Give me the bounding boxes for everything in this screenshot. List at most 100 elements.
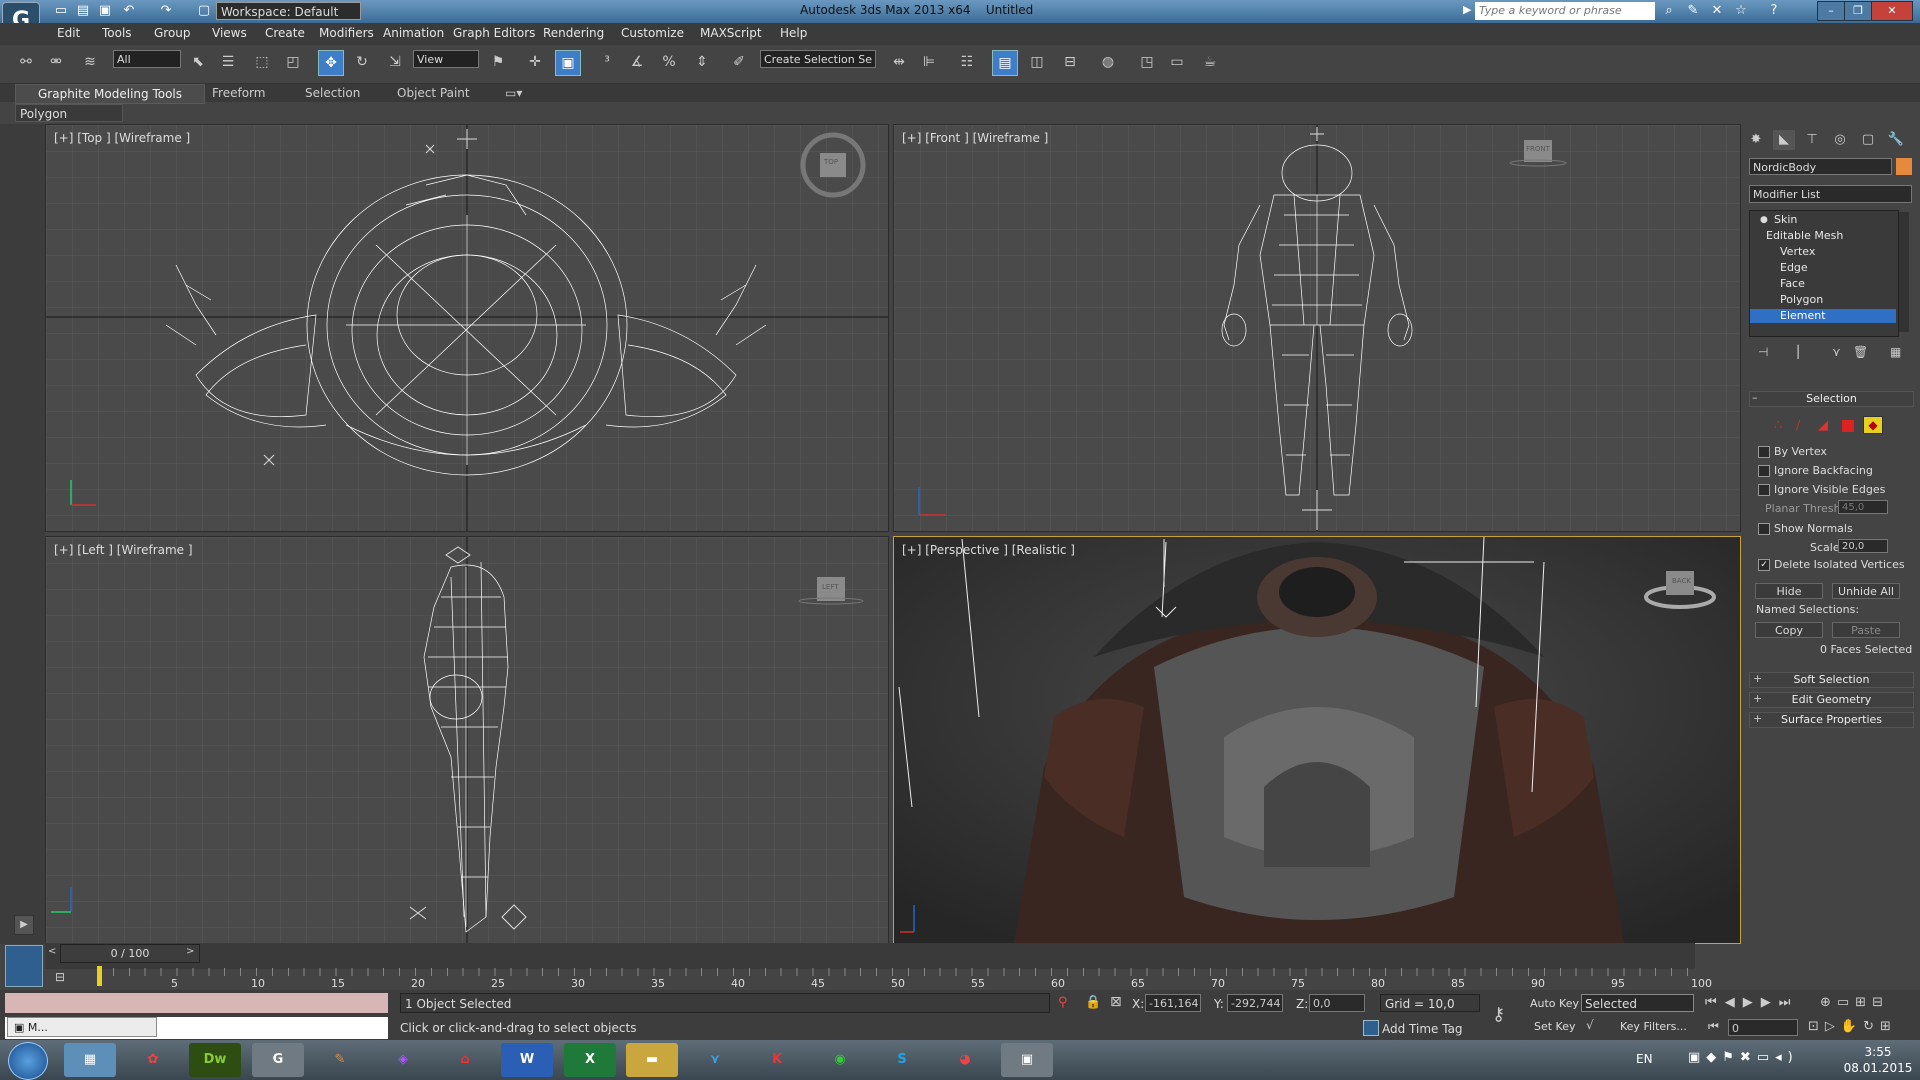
new-file-icon[interactable]: ▭ xyxy=(52,3,70,19)
dreamweaver-app-icon[interactable]: Dw xyxy=(189,1043,241,1077)
spinner-snap-icon[interactable]: ⇕ xyxy=(690,50,714,74)
undo-icon[interactable]: ↶ xyxy=(120,3,138,19)
modifier-list-dropdown[interactable]: Modifier List xyxy=(1749,185,1912,203)
viewport-perspective[interactable]: [+] [Perspective ] [Realistic ] BACK xyxy=(893,536,1741,944)
keyboard-shortcut-override-icon[interactable]: ▣ xyxy=(555,50,581,76)
selection-lock-icon[interactable]: 🔒 xyxy=(1085,995,1101,1010)
viewport-top-label[interactable]: [+] [Top ] [Wireframe ] xyxy=(54,131,190,145)
current-frame-field[interactable]: 0 xyxy=(1728,1019,1798,1036)
key-filters-button[interactable]: Key Filters... xyxy=(1620,1020,1687,1033)
stack-item-face[interactable]: Face xyxy=(1780,277,1805,290)
hide-button[interactable]: Hide xyxy=(1755,583,1823,599)
delete-isolated-checkbox[interactable]: ✓ xyxy=(1758,559,1770,571)
skype-app-icon[interactable]: S xyxy=(876,1043,928,1077)
copy-button[interactable]: Copy xyxy=(1755,622,1823,638)
pivot-center-icon[interactable]: ⚑ xyxy=(486,50,510,74)
word-app-icon[interactable]: W xyxy=(501,1043,553,1077)
y-coordinate-field[interactable]: -292,744 xyxy=(1227,994,1283,1012)
remove-modifier-icon[interactable]: 🗑 xyxy=(1853,345,1868,359)
paint-app-icon[interactable]: ✎ xyxy=(314,1043,366,1077)
viewport-nav-controls-2[interactable]: ⊡▷✋↻⊞ xyxy=(1808,1019,1897,1034)
auto-key-button[interactable]: Auto Key xyxy=(1530,997,1579,1010)
perspective-viewcube-label[interactable]: BACK xyxy=(1672,577,1691,585)
prev-frame-arrow-icon[interactable]: < xyxy=(48,946,56,957)
save-file-icon[interactable]: ▣ xyxy=(96,3,114,19)
bind-space-warp-icon[interactable]: ≋ xyxy=(78,50,102,74)
percent-snap-icon[interactable]: % xyxy=(657,50,681,74)
calculator-app-icon[interactable]: ▦ xyxy=(64,1043,116,1077)
viewport-front-label[interactable]: [+] [Front ] [Wireframe ] xyxy=(902,131,1048,145)
favorites-star-icon[interactable]: ☆ xyxy=(1732,3,1750,19)
maxscript-listener-pink[interactable] xyxy=(5,993,388,1013)
left-viewcube-label[interactable]: LEFT xyxy=(822,583,839,591)
create-tab-icon[interactable]: ✸ xyxy=(1745,130,1767,150)
menu-customize[interactable]: Customize xyxy=(621,26,684,40)
language-indicator[interactable]: EN xyxy=(1636,1052,1653,1066)
menu-views[interactable]: Views xyxy=(212,26,247,40)
chrome-app-icon[interactable]: ◕ xyxy=(939,1043,991,1077)
menu-help[interactable]: Help xyxy=(780,26,807,40)
key-filters-icon[interactable]: √ xyxy=(1586,1018,1594,1032)
element-mode-icon[interactable]: ◆ xyxy=(1863,416,1883,434)
ribbon-options-icon[interactable]: ▭▾ xyxy=(505,86,522,100)
hierarchy-tab-icon[interactable]: ⊤ xyxy=(1801,130,1823,150)
project-folder-icon[interactable]: ▢ xyxy=(195,3,213,19)
binoculars-icon[interactable]: ⌕ xyxy=(1660,3,1678,19)
3dsmax-app-icon[interactable]: G xyxy=(252,1043,304,1077)
viewport-nav-controls[interactable]: ⊕▭⊞⊟ xyxy=(1820,995,1889,1010)
picasa-app-icon[interactable]: ✿ xyxy=(127,1043,179,1077)
visual-studio-app-icon[interactable]: ◈ xyxy=(377,1043,429,1077)
communication-icon[interactable]: ✕ xyxy=(1708,3,1726,19)
layer-manager-icon[interactable]: ☷ xyxy=(955,50,979,74)
graphite-toggle-icon[interactable]: ▤ xyxy=(992,50,1018,76)
utilities-tab-icon[interactable]: 🔧 xyxy=(1885,130,1907,150)
search-input[interactable]: Type a keyword or phrase xyxy=(1475,2,1655,20)
schematic-view-icon[interactable]: ⊟ xyxy=(1058,50,1082,74)
select-and-scale-icon[interactable]: ⇲ xyxy=(383,50,407,74)
ignore-backfacing-checkbox[interactable] xyxy=(1758,465,1770,477)
polygon-modeling-panel[interactable]: Polygon Modeling xyxy=(15,104,123,139)
mirror-icon[interactable]: ⇹ xyxy=(887,50,911,74)
key-mode-toggle-icon[interactable]: ⏮ xyxy=(1708,1019,1719,1034)
search-arrow-icon[interactable]: ▶ xyxy=(1463,3,1471,16)
collapse-icon[interactable]: – xyxy=(1752,391,1758,404)
viewport-front[interactable]: [+] [Front ] [Wireframe ] FRONT xyxy=(893,124,1741,532)
viewport-top[interactable]: [+] [Top ] [Wireframe ] TOP xyxy=(45,124,889,532)
menu-edit[interactable]: Edit xyxy=(57,26,80,40)
show-normals-checkbox[interactable] xyxy=(1758,523,1770,535)
acrobat-app-icon[interactable]: ⌂ xyxy=(439,1043,491,1077)
expand-icon[interactable]: + xyxy=(1753,672,1762,685)
viewport-left-label[interactable]: [+] [Left ] [Wireframe ] xyxy=(54,543,193,557)
snaps-toggle-icon[interactable]: ³ xyxy=(595,50,619,74)
select-and-rotate-icon[interactable]: ↻ xyxy=(350,50,374,74)
selection-filter-dropdown[interactable]: All xyxy=(113,50,181,68)
x-coordinate-field[interactable]: -161,164 xyxy=(1145,994,1201,1012)
stack-item-editable-mesh[interactable]: Editable Mesh xyxy=(1766,229,1843,242)
render-production-icon[interactable]: ☕ xyxy=(1198,50,1222,74)
tab-graphite-modeling-tools[interactable]: Graphite Modeling Tools xyxy=(15,84,206,104)
system-tray-icons[interactable]: ▣◆⚑✖▭◂) xyxy=(1688,1050,1799,1065)
minimized-window[interactable]: ▣ M... xyxy=(7,1017,157,1037)
file-explorer-app-icon[interactable]: ▬ xyxy=(626,1043,678,1077)
rectangle-selection-icon[interactable]: ⬚ xyxy=(250,50,274,74)
reference-coordinate-dropdown[interactable]: View xyxy=(413,50,479,68)
stack-item-edge[interactable]: Edge xyxy=(1780,261,1808,274)
time-slider[interactable]: 0 / 100 xyxy=(60,944,200,963)
stack-item-polygon[interactable]: Polygon xyxy=(1780,293,1823,306)
curve-editor-icon[interactable]: ◫ xyxy=(1025,50,1049,74)
edit-named-selection-icon[interactable]: ✐ xyxy=(727,50,751,74)
named-selection-set-dropdown[interactable]: Create Selection Se xyxy=(760,50,876,68)
face-mode-icon[interactable]: ◢ xyxy=(1818,418,1828,433)
menu-tools[interactable]: Tools xyxy=(102,26,132,40)
paste-button[interactable]: Paste xyxy=(1832,622,1900,638)
tab-selection[interactable]: Selection xyxy=(305,86,360,100)
set-key-icon[interactable]: ⚷ xyxy=(1492,1004,1505,1025)
surface-properties-rollout[interactable]: Surface Properties xyxy=(1749,712,1914,728)
menu-graph-editors[interactable]: Graph Editors xyxy=(453,26,535,40)
mini-curve-editor-icon[interactable]: ⊟ xyxy=(55,970,73,984)
configure-sets-icon[interactable]: ▦ xyxy=(1890,345,1901,359)
stack-item-element[interactable]: Element xyxy=(1750,309,1896,323)
subscription-icon[interactable]: ✎ xyxy=(1684,3,1702,19)
edge-mode-icon[interactable]: ∕ xyxy=(1796,418,1800,433)
current-frame-marker[interactable] xyxy=(97,966,102,986)
